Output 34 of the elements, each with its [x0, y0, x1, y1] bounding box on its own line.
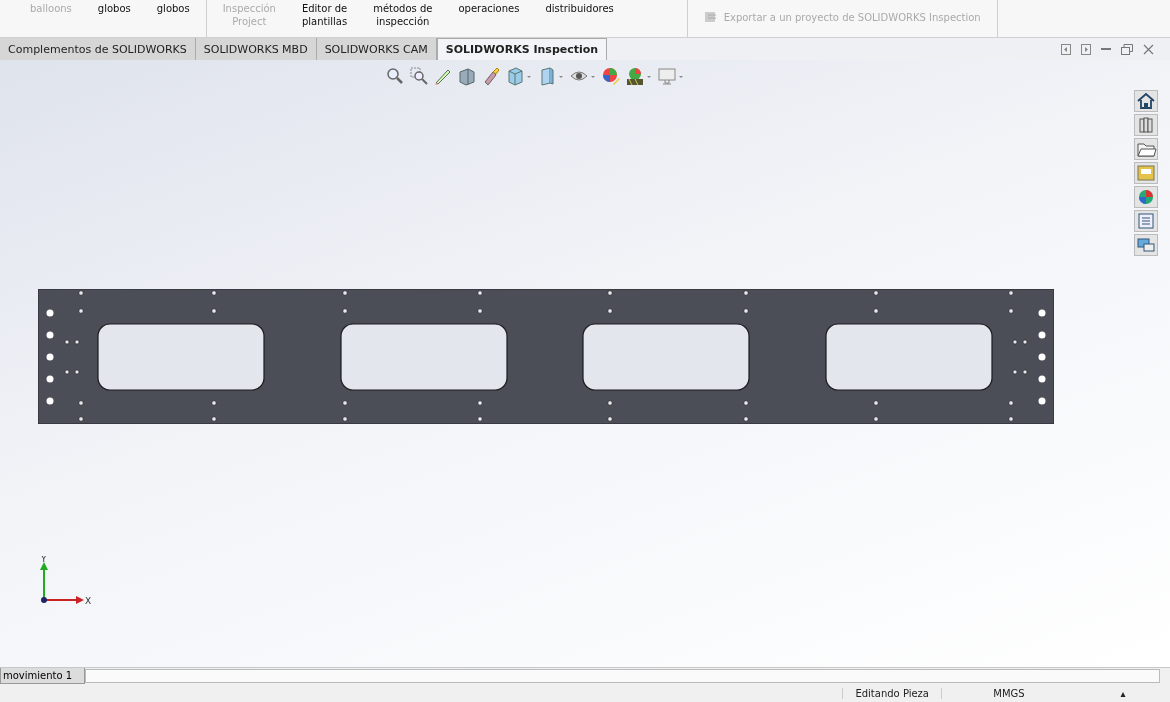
ribbon-tab[interactable]: SOLIDWORKS CAM	[316, 38, 437, 60]
ribbon-tab[interactable]: Complementos de SOLIDWORKS	[0, 38, 196, 60]
books-icon[interactable]	[1134, 114, 1158, 136]
cube-view-icon[interactable]	[505, 66, 533, 86]
tile-left-icon[interactable]	[1061, 43, 1071, 55]
home-icon[interactable]	[1134, 90, 1158, 112]
ribbon-button[interactable]: operaciones	[452, 0, 526, 16]
x-axis-label: X	[85, 596, 92, 606]
ribbon-tab[interactable]: SOLIDWORKS MBD	[195, 38, 317, 60]
section-icon[interactable]	[457, 66, 477, 86]
zoom-icon[interactable]	[385, 66, 405, 86]
ribbon-button[interactable]: globos	[150, 0, 196, 16]
restore-icon[interactable]	[1121, 43, 1133, 55]
appearance-icon[interactable]	[601, 66, 621, 86]
status-field: ▴	[1076, 687, 1170, 699]
ribbon-button[interactable]: métodos de inspección	[367, 0, 439, 29]
ribbon-button[interactable]: Editor de plantillas	[295, 0, 354, 29]
axis-triad-icon	[40, 562, 84, 604]
tile-right-icon[interactable]	[1081, 43, 1091, 55]
scene-icon[interactable]	[625, 66, 653, 86]
status-field: MMGS	[941, 687, 1076, 699]
ribbon-tab[interactable]: SOLIDWORKS Inspection	[436, 38, 608, 60]
export-icon	[703, 10, 718, 24]
minimize-icon[interactable]	[1101, 47, 1111, 51]
list-icon[interactable]	[1134, 210, 1158, 232]
folder-icon[interactable]	[1134, 138, 1158, 160]
y-axis-label: Y	[41, 556, 47, 564]
model-tab[interactable]: movimiento 1	[0, 668, 86, 684]
close-icon[interactable]	[1143, 43, 1154, 55]
zoom-area-icon[interactable]	[409, 66, 429, 86]
chat-icon[interactable]	[1134, 234, 1158, 256]
status-field: Editando Pieza	[842, 687, 941, 699]
ribbon-button[interactable]: distribuidores	[539, 0, 620, 16]
ribbon-button[interactable]: globos	[91, 0, 137, 16]
